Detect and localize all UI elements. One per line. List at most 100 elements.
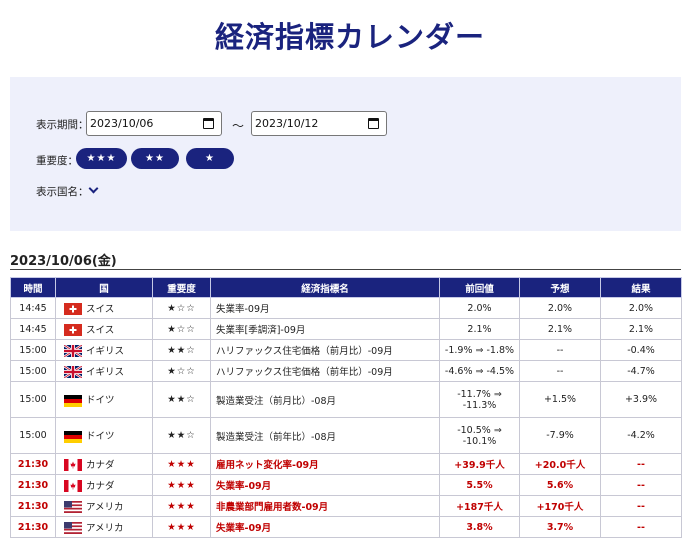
start-date-input[interactable]: 2023/10/06	[86, 111, 222, 136]
previous-cell: -11.7% ⇒ -11.3%	[439, 381, 520, 418]
result-cell: 2.1%	[600, 318, 682, 340]
date-range-separator: ～	[232, 119, 245, 133]
previous-cell: 5.5%	[439, 474, 520, 496]
country-name: ドイツ	[86, 395, 115, 407]
canada-flag-icon	[64, 480, 82, 493]
country-cell: ドイツ	[55, 417, 153, 454]
country-name: アメリカ	[86, 522, 124, 534]
importance-cell: ★☆☆	[152, 297, 211, 319]
country-name: イギリス	[86, 345, 125, 357]
forecast-cell: +20.0千人	[519, 453, 601, 475]
forecast-cell: 3.7%	[519, 516, 601, 538]
result-cell: --	[600, 474, 682, 496]
importance-cell: ★★☆	[152, 339, 211, 361]
time-cell: 21:30	[10, 495, 56, 517]
country-name: イギリス	[86, 366, 125, 378]
usa-flag-icon	[64, 501, 82, 514]
previous-cell: 2.1%	[439, 318, 520, 340]
previous-cell: -10.5% ⇒ -10.1%	[439, 417, 520, 454]
importance-cell: ★★☆	[152, 417, 211, 454]
uk-flag-icon	[64, 345, 82, 358]
forecast-cell: +170千人	[519, 495, 601, 517]
country-name: カナダ	[86, 459, 115, 471]
result-cell: 2.0%	[600, 297, 682, 319]
country-cell: カナダ	[55, 474, 153, 496]
time-cell: 21:30	[10, 516, 56, 538]
usa-flag-icon	[64, 522, 82, 535]
previous-cell: 2.0%	[439, 297, 520, 319]
forecast-cell: 2.0%	[519, 297, 601, 319]
importance-3-star-button[interactable]: ★★★	[76, 148, 127, 169]
time-cell: 14:45	[10, 297, 56, 319]
country-cell: イギリス	[55, 339, 153, 361]
country-cell: スイス	[55, 297, 153, 319]
country-cell: ドイツ	[55, 381, 153, 418]
calendar-icon[interactable]	[368, 118, 379, 129]
table-row: 14:45 スイス ★☆☆ 失業率-09月 2.0% 2.0% 2.0%	[10, 297, 682, 319]
indicator-cell: 雇用ネット変化率-09月	[210, 453, 440, 475]
indicator-cell: 失業率[季調済]-09月	[210, 318, 440, 340]
time-cell: 21:30	[10, 474, 56, 496]
result-cell: -4.7%	[600, 360, 682, 382]
country-name: ドイツ	[86, 431, 115, 443]
importance-label: 重要度：	[36, 155, 78, 167]
switzerland-flag-icon	[64, 303, 82, 316]
column-header-time: 時間	[10, 277, 56, 298]
time-cell: 14:45	[10, 318, 56, 340]
importance-1-star-button[interactable]: ★	[186, 148, 234, 169]
start-date-value: 2023/10/06	[90, 117, 154, 130]
chevron-down-icon[interactable]	[88, 183, 99, 194]
forecast-cell: -7.9%	[519, 417, 601, 454]
table-row: 21:30 カナダ ★★★ 雇用ネット変化率-09月 +39.9千人 +20.0…	[10, 453, 682, 475]
canada-flag-icon	[64, 459, 82, 472]
indicator-cell: 失業率-09月	[210, 297, 440, 319]
period-label: 表示期間：	[36, 119, 89, 131]
end-date-value: 2023/10/12	[255, 117, 319, 130]
end-date-input[interactable]: 2023/10/12	[251, 111, 387, 136]
country-cell: アメリカ	[55, 516, 153, 538]
country-cell: カナダ	[55, 453, 153, 475]
time-cell: 15:00	[10, 339, 56, 361]
forecast-cell: --	[519, 339, 601, 361]
importance-cell: ★★★	[152, 516, 211, 538]
uk-flag-icon	[64, 366, 82, 379]
importance-cell: ★☆☆	[152, 360, 211, 382]
table-row: 21:30 アメリカ ★★★ 失業率-09月 3.8% 3.7% --	[10, 516, 682, 538]
forecast-cell: +1.5%	[519, 381, 601, 418]
indicator-cell: 失業率-09月	[210, 474, 440, 496]
result-cell: --	[600, 495, 682, 517]
date-header: 2023/10/06(金)	[10, 254, 117, 269]
forecast-cell: 2.1%	[519, 318, 601, 340]
importance-cell: ★★★	[152, 495, 211, 517]
time-cell: 21:30	[10, 453, 56, 475]
forecast-cell: 5.6%	[519, 474, 601, 496]
previous-cell: -1.9% ⇒ -1.8%	[439, 339, 520, 361]
column-header-previous: 前回値	[439, 277, 520, 298]
country-cell: スイス	[55, 318, 153, 340]
table-header-row: 時間 国 重要度 経済指標名 前回値 予想 結果	[10, 277, 682, 298]
result-cell: +3.9%	[600, 381, 682, 418]
time-cell: 15:00	[10, 417, 56, 454]
importance-cell: ★★★	[152, 474, 211, 496]
column-header-country: 国	[55, 277, 153, 298]
result-cell: -0.4%	[600, 339, 682, 361]
time-cell: 15:00	[10, 360, 56, 382]
time-cell: 15:00	[10, 381, 56, 418]
forecast-cell: --	[519, 360, 601, 382]
indicator-cell: 失業率-09月	[210, 516, 440, 538]
previous-line: -10.1%	[462, 435, 497, 447]
table-row: 14:45 スイス ★☆☆ 失業率[季調済]-09月 2.1% 2.1% 2.1…	[10, 318, 682, 340]
divider	[10, 269, 681, 270]
column-header-indicator: 経済指標名	[210, 277, 440, 298]
indicator-cell: 製造業受注（前年比）-08月	[210, 417, 440, 454]
column-header-result: 結果	[600, 277, 682, 298]
previous-cell: +187千人	[439, 495, 520, 517]
importance-2-star-button[interactable]: ★★	[131, 148, 179, 169]
calendar-icon[interactable]	[203, 118, 214, 129]
germany-flag-icon	[64, 430, 82, 443]
table-row: 15:00 イギリス ★☆☆ ハリファックス住宅価格（前年比）-09月 -4.6…	[10, 360, 682, 382]
country-label: 表示国名：	[36, 186, 89, 198]
importance-cell: ★★★	[152, 453, 211, 475]
country-name: スイス	[86, 324, 115, 336]
table-row: 21:30 アメリカ ★★★ 非農業部門雇用者数-09月 +187千人 +170…	[10, 495, 682, 517]
